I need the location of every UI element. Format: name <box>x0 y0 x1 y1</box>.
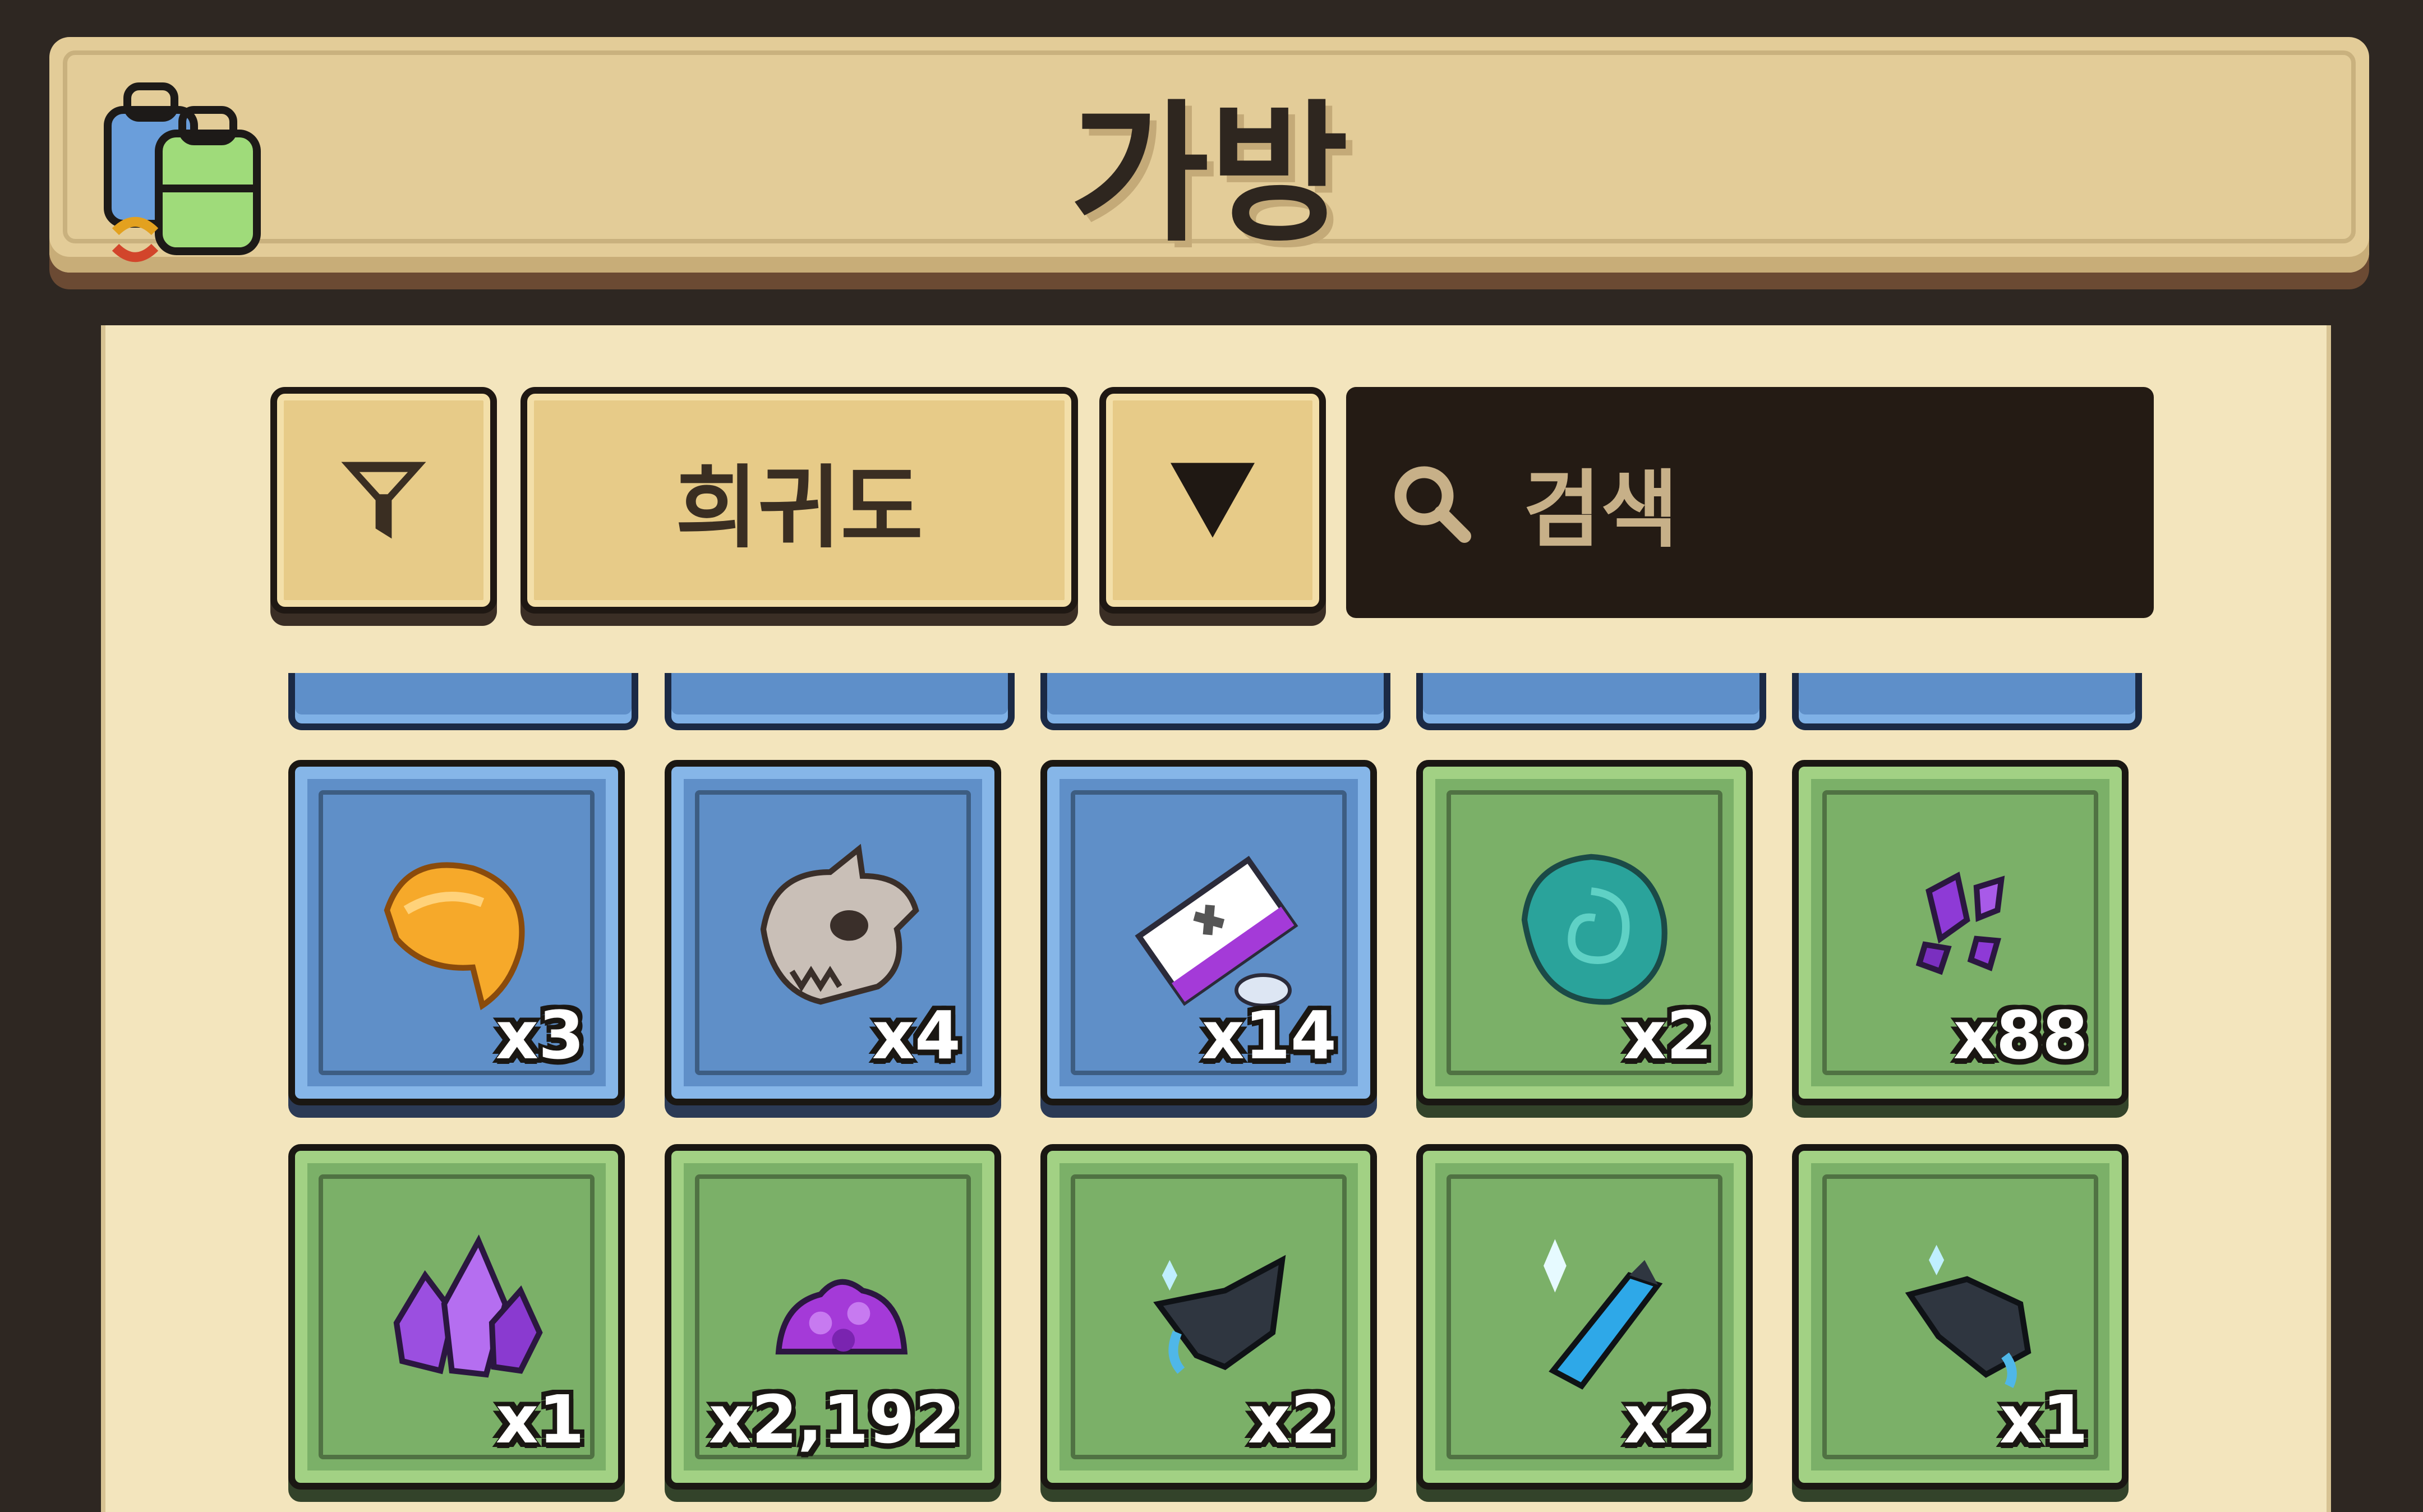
header-bar: 가방 <box>49 37 2369 273</box>
item-slot[interactable]: x2 <box>1416 760 1753 1105</box>
item-slot-partial[interactable] <box>288 673 638 730</box>
golden-leaf-icon <box>384 862 525 1011</box>
item-quantity: x2,192 <box>708 1381 961 1458</box>
search-placeholder: 검색 <box>1523 461 1679 559</box>
item-slot-partial[interactable] <box>1792 673 2142 730</box>
page-title: 가방 <box>1070 86 1349 262</box>
item-quantity: x4 <box>872 997 961 1074</box>
item-slot[interactable]: x4 <box>665 760 1001 1105</box>
item-slot[interactable]: x88 <box>1792 760 2129 1105</box>
sort-rarity-button[interactable]: 희귀도 <box>520 387 1078 614</box>
sort-label: 희귀도 <box>675 455 923 560</box>
item-slot[interactable]: x2 <box>1040 1144 1377 1490</box>
item-slot[interactable]: x1 <box>1792 1144 2129 1490</box>
filter-button[interactable] <box>270 387 497 614</box>
item-slot[interactable]: x14 <box>1040 760 1377 1105</box>
item-quantity: x2 <box>1623 997 1712 1074</box>
triangle-down-icon <box>1171 463 1255 538</box>
teal-fossil-icon <box>1521 854 1667 1005</box>
item-quantity: x14 <box>1201 997 1337 1074</box>
purple-shards-icon <box>1915 872 2005 975</box>
blue-shard-icon <box>1544 1239 1663 1390</box>
item-slot[interactable]: x3 <box>288 760 625 1105</box>
item-slot[interactable]: x2 <box>1416 1144 1753 1490</box>
item-slot-partial[interactable] <box>1416 673 1766 730</box>
purple-ore-pile-icon <box>775 1279 908 1355</box>
item-quantity: x88 <box>1953 997 2088 1074</box>
item-quantity: x2 <box>1247 1381 1337 1458</box>
item-slot[interactable]: x2,192 <box>665 1144 1001 1490</box>
search-icon <box>1394 466 1471 543</box>
dark-scrap-icon <box>1153 1255 1286 1374</box>
ticket-icon <box>1135 855 1298 1008</box>
search-input[interactable]: 검색 <box>1346 387 2154 618</box>
item-slot-partial[interactable] <box>665 673 1015 730</box>
filter-icon <box>341 462 426 539</box>
item-slot-partial[interactable] <box>1040 673 1390 730</box>
amethyst-crystal-icon <box>393 1234 543 1378</box>
item-slot[interactable]: x1 <box>288 1144 625 1490</box>
item-quantity: x1 <box>495 1381 584 1458</box>
sort-order-button[interactable] <box>1099 387 1326 614</box>
item-quantity: x1 <box>1999 1381 2088 1458</box>
item-quantity: x2 <box>1623 1381 1712 1458</box>
dragon-skull-icon <box>760 843 919 1005</box>
dark-scrap-icon <box>1905 1244 2032 1388</box>
item-quantity: x3 <box>495 997 584 1074</box>
